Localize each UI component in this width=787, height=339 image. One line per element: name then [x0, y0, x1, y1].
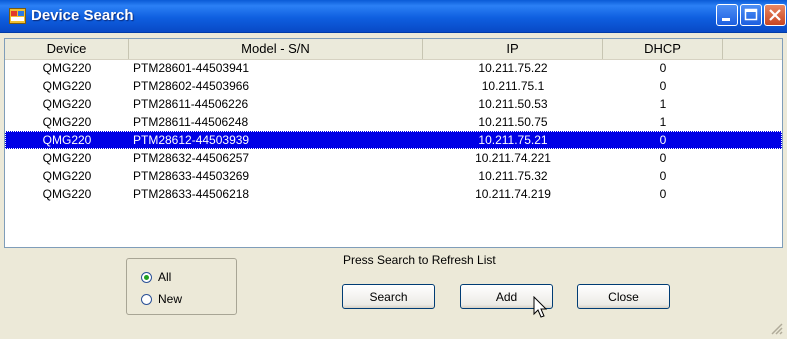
radio-all[interactable] — [141, 271, 152, 283]
mouse-pointer-icon — [533, 296, 548, 318]
filter-option-all[interactable]: All — [141, 269, 171, 285]
model-sn-cell: PTM28611-44506248 — [133, 115, 249, 129]
device-cell: QMG220 — [42, 169, 92, 183]
table-row[interactable]: QMG220 PTM28633-44503269 10.211.75.32 0 — [5, 167, 782, 185]
device-cell: QMG220 — [42, 97, 92, 111]
minimize-button[interactable] — [716, 4, 738, 26]
model-sn-cell: PTM28632-44506257 — [133, 151, 250, 165]
close-button[interactable]: Close — [577, 284, 670, 309]
device-cell: QMG220 — [42, 115, 92, 129]
minimize-icon — [722, 18, 730, 21]
title-bar[interactable]: Device Search — [0, 0, 787, 33]
table-row[interactable]: QMG220 PTM28611-44506248 10.211.50.75 1 — [5, 113, 782, 131]
list-header: Device Model - S/N IP DHCP — [5, 39, 782, 60]
model-sn-cell: PTM28612-44503939 — [133, 133, 250, 147]
refresh-hint: Press Search to Refresh List — [343, 253, 496, 267]
model-sn-cell: PTM28611-44506226 — [133, 97, 249, 111]
device-list[interactable]: Device Model - S/N IP DHCP QMG220 PTM286… — [4, 38, 783, 248]
ip-cell: 10.211.74.219 — [475, 187, 551, 201]
column-header-dhcp[interactable]: DHCP — [603, 39, 723, 59]
ip-cell: 10.211.74.221 — [475, 151, 551, 165]
ip-cell: 10.211.75.22 — [478, 61, 548, 75]
dhcp-cell: 0 — [659, 79, 667, 93]
table-row[interactable]: QMG220 PTM28632-44506257 10.211.74.221 0 — [5, 149, 782, 167]
table-row[interactable]: QMG220 PTM28611-44506226 10.211.50.53 1 — [5, 95, 782, 113]
device-cell: QMG220 — [42, 133, 92, 147]
dhcp-cell: 0 — [659, 133, 667, 147]
radio-new-label: New — [158, 292, 183, 306]
radio-new[interactable] — [141, 293, 152, 305]
device-cell: QMG220 — [42, 187, 92, 201]
window-title: Device Search — [31, 7, 134, 24]
column-header-ip[interactable]: IP — [423, 39, 603, 59]
ip-cell: 10.211.75.21 — [478, 133, 548, 147]
ip-cell: 10.211.50.75 — [478, 115, 548, 129]
dhcp-cell: 0 — [659, 169, 667, 183]
model-sn-cell: PTM28601-44503941 — [133, 61, 250, 75]
table-row[interactable]: QMG220 PTM28601-44503941 10.211.75.22 0 — [5, 59, 782, 77]
device-cell: QMG220 — [42, 151, 92, 165]
resize-grip-icon[interactable] — [769, 321, 783, 335]
ip-cell: 10.211.50.53 — [478, 97, 548, 111]
column-header-model-sn[interactable]: Model - S/N — [129, 39, 423, 59]
maximize-icon — [744, 8, 758, 21]
model-sn-cell: PTM28633-44506218 — [133, 187, 250, 201]
model-sn-cell: PTM28602-44503966 — [133, 79, 250, 93]
close-window-button[interactable] — [764, 4, 786, 26]
table-row-selected[interactable]: QMG220 PTM28612-44503939 10.211.75.21 0 — [5, 131, 782, 149]
dhcp-cell: 0 — [659, 61, 667, 75]
dhcp-cell: 0 — [659, 187, 667, 201]
ip-cell: 10.211.75.1 — [481, 79, 545, 93]
table-row[interactable]: QMG220 PTM28633-44506218 10.211.74.219 0 — [5, 185, 782, 203]
app-window-icon — [9, 8, 26, 24]
device-cell: QMG220 — [42, 61, 92, 75]
dhcp-cell: 0 — [659, 151, 667, 165]
device-search-window: Device Search Device Model - S/N IP DHCP… — [0, 0, 787, 339]
filter-group: All New — [126, 258, 237, 315]
maximize-button[interactable] — [740, 4, 762, 26]
ip-cell: 10.211.75.32 — [478, 169, 548, 183]
search-button[interactable]: Search — [342, 284, 435, 309]
dhcp-cell: 1 — [659, 115, 667, 129]
filter-option-new[interactable]: New — [141, 291, 182, 307]
table-row[interactable]: QMG220 PTM28602-44503966 10.211.75.1 0 — [5, 77, 782, 95]
dhcp-cell: 1 — [659, 97, 667, 111]
radio-all-label: All — [158, 270, 172, 284]
close-icon — [769, 9, 781, 21]
model-sn-cell: PTM28633-44503269 — [133, 169, 250, 183]
device-cell: QMG220 — [42, 79, 92, 93]
column-header-device[interactable]: Device — [5, 39, 129, 59]
